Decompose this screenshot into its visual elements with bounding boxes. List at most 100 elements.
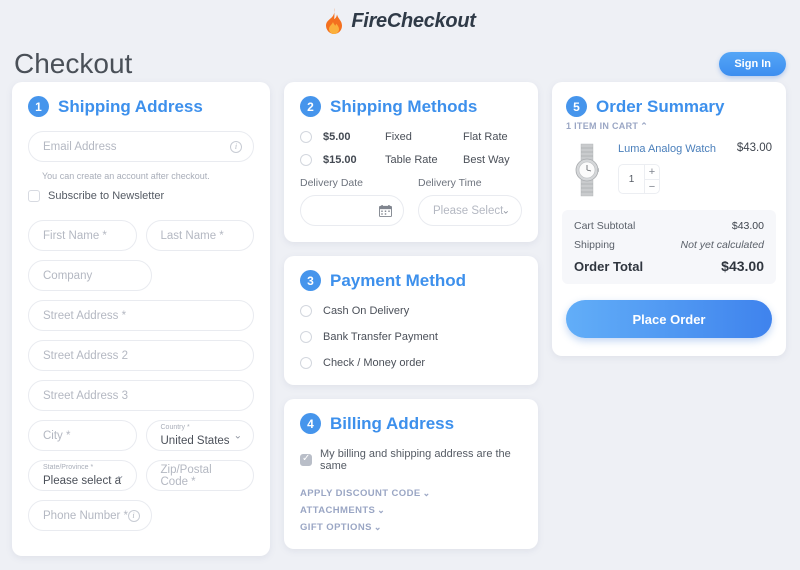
billing-same-as-shipping-row[interactable]: My billing and shipping address are the … [300, 448, 522, 472]
payment-option-label: Check / Money order [323, 357, 426, 369]
first-name-placeholder: First Name * [43, 229, 107, 242]
chevron-up-icon: ⌃ [640, 121, 649, 131]
street-address-2-field[interactable]: Street Address 2 [28, 340, 254, 371]
place-order-button[interactable]: Place Order [566, 300, 772, 338]
newsletter-checkbox-row[interactable]: Subscribe to Newsletter [28, 190, 254, 202]
shipping-methods-title: Shipping Methods [330, 96, 478, 116]
email-info-icon[interactable]: i [230, 140, 242, 153]
country-chevron-down-icon[interactable]: ⌄ [234, 430, 242, 441]
state-label: State/Province * [43, 464, 94, 471]
phone-field[interactable]: Phone Number * i [28, 500, 152, 531]
city-placeholder: City * [43, 429, 71, 442]
cart-item-name[interactable]: Luma Analog Watch [618, 142, 716, 156]
gift-options-label: GIFT OPTIONS [300, 522, 372, 533]
email-field[interactable]: Email Address i [28, 131, 254, 162]
sign-in-button[interactable]: Sign In [719, 52, 786, 76]
email-placeholder: Email Address [43, 140, 117, 153]
quantity-decrement-button[interactable]: − [645, 178, 659, 194]
street-address-1-field[interactable]: Street Address * [28, 300, 254, 331]
payment-method-card: 3 Payment Method Cash On Delivery Bank T… [284, 256, 538, 385]
newsletter-checkbox[interactable] [28, 190, 40, 202]
column-shipping-address: 1 Shipping Address Email Address i You c… [12, 82, 270, 570]
page-title-row: Checkout Sign In [0, 36, 800, 82]
zip-field[interactable]: Zip/Postal Code * [145, 460, 254, 491]
total-row-grand: Order Total $43.00 [574, 258, 764, 274]
payment-option-radio[interactable] [300, 305, 312, 317]
order-summary-title: Order Summary [596, 96, 725, 116]
subtotal-label: Cart Subtotal [574, 220, 636, 232]
last-name-field[interactable]: Last Name * [145, 220, 254, 251]
calendar-icon[interactable] [379, 204, 392, 217]
payment-option-radio[interactable] [300, 357, 312, 369]
order-totals: Cart Subtotal $43.00 Shipping Not yet ca… [562, 210, 776, 284]
delivery-time-label: Delivery Time [418, 177, 482, 189]
street-address-3-placeholder: Street Address 3 [43, 389, 129, 402]
shipping-methods-card: 2 Shipping Methods $5.00 Fixed Flat Rate… [284, 82, 538, 242]
company-placeholder: Company [43, 269, 93, 282]
delivery-time-value: Please Select [433, 204, 504, 217]
column-order-summary: 5 Order Summary 1 ITEM IN CART ⌃ Luma An… [552, 82, 786, 370]
shipping-option-radio[interactable] [300, 154, 312, 166]
payment-method-header: 3 Payment Method [300, 270, 522, 291]
quantity-value[interactable]: 1 [619, 165, 644, 193]
zip-placeholder: Zip/Postal Code * [160, 463, 212, 488]
payment-option-row[interactable]: Check / Money order [300, 357, 522, 369]
delivery-row: Delivery Date Delivery Time Please Selec… [300, 177, 522, 226]
city-country-row: City * Country * United States ⌄ [28, 420, 254, 460]
cart-count-toggle[interactable]: 1 ITEM IN CART ⌃ [566, 121, 772, 132]
street-address-2-placeholder: Street Address 2 [43, 349, 129, 362]
shipping-label: Shipping [574, 239, 615, 251]
shipping-option-row[interactable]: $15.00 Table Rate Best Way [300, 154, 522, 166]
checkout-columns: 1 Shipping Address Email Address i You c… [0, 82, 800, 570]
shipping-option-radio[interactable] [300, 131, 312, 143]
total-row-subtotal: Cart Subtotal $43.00 [574, 220, 764, 232]
gift-options-toggle[interactable]: GIFT OPTIONS ⌄ [300, 522, 522, 533]
chevron-down-icon: ⌄ [377, 505, 386, 515]
street-address-3-field[interactable]: Street Address 3 [28, 380, 254, 411]
country-select[interactable]: Country * United States ⌄ [145, 420, 254, 451]
shipping-value: Not yet calculated [680, 239, 764, 251]
delivery-date-field[interactable] [300, 195, 404, 226]
phone-info-icon[interactable]: i [127, 509, 140, 522]
billing-same-as-shipping-checkbox[interactable] [300, 453, 312, 466]
state-select[interactable]: State/Province * Please select a regio ⌄ [28, 460, 137, 491]
shipping-address-title: Shipping Address [58, 96, 203, 116]
payment-option-row[interactable]: Cash On Delivery [300, 305, 522, 317]
quantity-stepper[interactable]: 1 + − [618, 164, 660, 195]
cart-item-details: Luma Analog Watch $43.00 1 + − [618, 142, 772, 198]
attachments-toggle[interactable]: ATTACHMENTS ⌄ [300, 505, 522, 516]
cart-item-price: $43.00 [736, 142, 772, 154]
flame-icon [326, 8, 343, 34]
page-title: Checkout [14, 48, 133, 79]
shipping-address-header: 1 Shipping Address [28, 96, 254, 117]
state-value: Please select a regio [43, 475, 122, 487]
first-name-field[interactable]: First Name * [28, 220, 137, 251]
shipping-option-carrier: Flat Rate [463, 131, 508, 143]
payment-option-label: Cash On Delivery [323, 305, 410, 317]
shipping-address-card: 1 Shipping Address Email Address i You c… [12, 82, 270, 556]
chevron-down-icon: ⌄ [373, 522, 382, 532]
billing-address-title: Billing Address [330, 413, 455, 433]
shipping-option-method: Table Rate [385, 154, 438, 166]
checkout-page: FireCheckout Checkout Sign In 1 Shipping… [0, 0, 800, 570]
delivery-time-chevron-down-icon[interactable]: ⌄ [502, 205, 510, 216]
payment-option-radio[interactable] [300, 331, 312, 343]
column-methods: 2 Shipping Methods $5.00 Fixed Flat Rate… [284, 82, 538, 563]
payment-option-row[interactable]: Bank Transfer Payment [300, 331, 522, 343]
delivery-time-select[interactable]: Please Select ⌄ [418, 195, 522, 226]
company-field[interactable]: Company [28, 260, 152, 291]
shipping-option-row[interactable]: $5.00 Fixed Flat Rate [300, 131, 522, 143]
shipping-methods-header: 2 Shipping Methods [300, 96, 522, 117]
billing-same-as-shipping-label: My billing and shipping address are the … [320, 448, 511, 472]
email-hint: You can create an account after checkout… [42, 171, 210, 181]
step-badge-1: 1 [28, 96, 49, 117]
state-chevron-down-icon[interactable]: ⌄ [116, 470, 124, 481]
delivery-date-group: Delivery Date [300, 177, 404, 226]
quantity-increment-button[interactable]: + [645, 165, 659, 179]
step-badge-4: 4 [300, 413, 321, 434]
apply-discount-code-toggle[interactable]: APPLY DISCOUNT CODE ⌄ [300, 488, 522, 499]
total-row-shipping: Shipping Not yet calculated [574, 239, 764, 251]
company-row: Company [28, 260, 254, 300]
phone-placeholder: Phone Number * [43, 509, 129, 522]
city-field[interactable]: City * [28, 420, 137, 451]
